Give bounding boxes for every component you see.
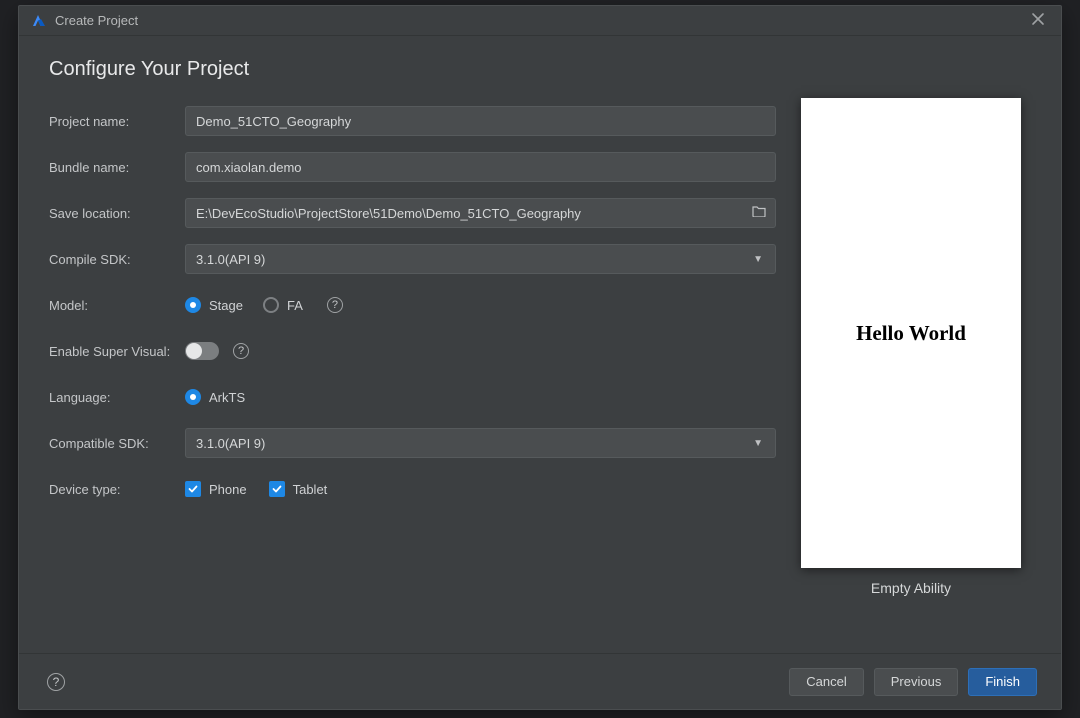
app-logo-icon [29, 12, 47, 30]
model-label: Model: [49, 298, 185, 313]
close-icon[interactable] [1025, 8, 1051, 33]
model-radio-fa[interactable]: FA [263, 297, 303, 313]
model-radio-stage[interactable]: Stage [185, 297, 243, 313]
bundle-name-input[interactable] [185, 152, 776, 182]
device-tablet-label: Tablet [293, 482, 328, 497]
device-type-group: Phone Tablet [185, 481, 776, 497]
model-radio-stage-label: Stage [209, 298, 243, 313]
window-title: Create Project [55, 13, 1025, 28]
device-phone-label: Phone [209, 482, 247, 497]
model-radio-group: Stage FA ? [185, 297, 776, 313]
bundle-name-label: Bundle name: [49, 160, 185, 175]
compatible-sdk-label: Compatible SDK: [49, 436, 185, 451]
super-visual-label: Enable Super Visual: [49, 344, 185, 359]
compatible-sdk-value: 3.1.0(API 9) [196, 436, 265, 451]
compile-sdk-label: Compile SDK: [49, 252, 185, 267]
help-icon[interactable]: ? [233, 343, 249, 359]
chevron-down-icon: ▼ [753, 438, 763, 449]
compatible-sdk-dropdown[interactable]: 3.1.0(API 9) ▼ [185, 428, 776, 458]
finish-button[interactable]: Finish [968, 668, 1037, 696]
device-type-label: Device type: [49, 482, 185, 497]
cancel-button[interactable]: Cancel [789, 668, 863, 696]
project-name-label: Project name: [49, 114, 185, 129]
save-location-input[interactable] [185, 198, 776, 228]
device-phone-checkbox[interactable]: Phone [185, 481, 247, 497]
compile-sdk-value: 3.1.0(API 9) [196, 252, 265, 267]
preview-hello-world: Hello World [856, 321, 966, 346]
titlebar: Create Project [19, 6, 1061, 36]
page-heading: Configure Your Project [49, 58, 776, 81]
save-location-label: Save location: [49, 206, 185, 221]
help-icon[interactable]: ? [47, 673, 65, 691]
language-radio-arkts[interactable]: ArkTS [185, 389, 245, 405]
dialog-footer: ? Cancel Previous Finish [19, 653, 1061, 709]
compile-sdk-dropdown[interactable]: 3.1.0(API 9) ▼ [185, 244, 776, 274]
model-radio-fa-label: FA [287, 298, 303, 313]
create-project-dialog: Create Project Configure Your Project Pr… [18, 5, 1062, 710]
language-radio-arkts-label: ArkTS [209, 390, 245, 405]
super-visual-toggle[interactable] [185, 342, 219, 360]
language-radio-group: ArkTS [185, 389, 776, 405]
chevron-down-icon: ▼ [753, 254, 763, 265]
language-label: Language: [49, 390, 185, 405]
template-preview: Hello World [801, 98, 1021, 568]
project-name-input[interactable] [185, 106, 776, 136]
device-tablet-checkbox[interactable]: Tablet [269, 481, 328, 497]
help-icon[interactable]: ? [327, 297, 343, 313]
previous-button[interactable]: Previous [874, 668, 959, 696]
template-caption: Empty Ability [871, 580, 951, 596]
